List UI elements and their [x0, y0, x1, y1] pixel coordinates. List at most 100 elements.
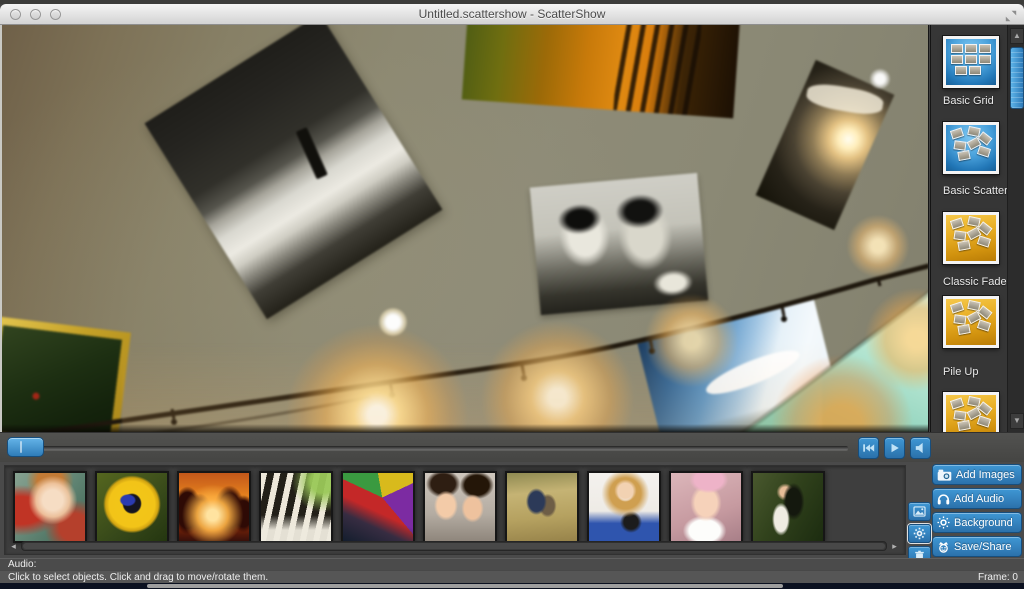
- light-glint: [379, 308, 407, 336]
- template-label: Pile Up: [943, 366, 978, 378]
- photo-zebra[interactable]: [259, 471, 333, 543]
- photo-tile: [955, 66, 967, 75]
- photo-tile: [957, 150, 970, 161]
- window-title: Untitled.scattershow - ScatterShow: [0, 7, 1024, 21]
- template-label: Basic Scatter: [943, 185, 1008, 197]
- settings-button[interactable]: [908, 524, 931, 543]
- delete-button[interactable]: [908, 546, 931, 558]
- photo-couple-field[interactable]: [505, 471, 579, 543]
- photo-sunflower-butterfly[interactable]: [95, 471, 169, 543]
- photo-tile: [977, 415, 991, 427]
- template-partial[interactable]: [943, 392, 999, 432]
- template-label: Basic Grid: [943, 95, 994, 107]
- filmstrip-scrollbar-thumb[interactable]: [23, 543, 885, 549]
- photo-tile: [953, 314, 966, 325]
- scroll-right-button[interactable]: ▸: [889, 541, 900, 551]
- play-button[interactable]: [884, 437, 905, 459]
- speaker-icon: [914, 442, 927, 454]
- gear-icon: [913, 527, 926, 540]
- preview-canvas[interactable]: [2, 25, 929, 432]
- mute-button[interactable]: [910, 437, 931, 459]
- template-basic-scatter[interactable]: [943, 122, 999, 174]
- photo-tile: [957, 420, 970, 431]
- photo-tile: [977, 145, 991, 157]
- sun-icon: [937, 516, 950, 529]
- share-icon: [937, 540, 950, 553]
- slideshow-scene: [2, 25, 928, 432]
- desktop-background-bottom: [0, 583, 1024, 589]
- filmstrip-scrollbar-track[interactable]: [21, 541, 887, 551]
- photo-tile: [953, 140, 966, 151]
- photo-tile: [969, 66, 981, 75]
- template-sidebar: Basic Grid Basic Scatter Classic Fade Pile …: [930, 25, 1024, 432]
- photo-tile: [977, 319, 991, 331]
- add-audio-button[interactable]: Add Audio: [932, 488, 1022, 509]
- photo-tile: [965, 55, 977, 64]
- photo-tile: [953, 230, 966, 241]
- light-glint: [870, 69, 890, 89]
- skip-start-button[interactable]: [858, 437, 879, 459]
- photo-party-sunset[interactable]: [177, 471, 251, 543]
- fullscreen-button[interactable]: [1005, 9, 1017, 21]
- photo-tile: [977, 235, 991, 247]
- photo-two-women[interactable]: [423, 471, 497, 543]
- timeline-scrubber[interactable]: [7, 437, 44, 457]
- save-share-button[interactable]: Save/Share: [932, 536, 1022, 557]
- add-images-button[interactable]: Add Images: [932, 464, 1022, 485]
- action-button-label: Add Audio: [954, 493, 1004, 505]
- template-classic-fade[interactable]: [943, 212, 999, 264]
- photo-tile: [950, 127, 964, 139]
- scroll-down-button[interactable]: ▼: [1010, 413, 1024, 429]
- skip-start-icon: [862, 442, 875, 454]
- scene-icon: [913, 506, 926, 517]
- bottom-panel: ◂ ▸ Add Images Add Audio Background Save/Sh…: [0, 462, 1024, 558]
- action-button-label: Add Images: [956, 469, 1015, 481]
- photo-tile: [950, 217, 964, 229]
- fullscreen-arrows-icon: [1005, 10, 1017, 22]
- light-glow: [847, 215, 909, 277]
- photo-tile: [950, 301, 964, 313]
- photo-tile: [951, 55, 963, 64]
- trash-icon: [914, 550, 925, 559]
- action-button-label: Background: [954, 517, 1013, 529]
- photo-tile: [950, 397, 964, 409]
- photo-girl-red-hood[interactable]: [13, 471, 87, 543]
- photo-woman-camera[interactable]: [587, 471, 661, 543]
- template-label: Classic Fade: [943, 276, 1007, 288]
- screen: Untitled.scattershow - ScatterShow: [0, 0, 1024, 589]
- playback-controls: [858, 437, 931, 459]
- audio-label: Audio:: [8, 559, 36, 570]
- photo-tile: [979, 44, 991, 53]
- background-window-edge: [147, 584, 783, 588]
- photo-tile: [951, 44, 963, 53]
- sidebar-scrollbar-thumb[interactable]: [1010, 47, 1024, 109]
- filmstrip-scrollbar[interactable]: ◂ ▸: [5, 541, 905, 552]
- filmstrip-panel: ◂ ▸: [4, 465, 906, 555]
- background-button[interactable]: Background: [932, 512, 1022, 533]
- template-pile-up[interactable]: [943, 296, 999, 348]
- scroll-up-button[interactable]: ▲: [1010, 28, 1024, 44]
- photo-tile: [979, 55, 991, 64]
- photo-tile: [957, 324, 970, 335]
- photo-tile: [957, 240, 970, 251]
- timeline-track[interactable]: [14, 446, 848, 450]
- scroll-left-button[interactable]: ◂: [8, 541, 19, 551]
- timeline-bar: [0, 432, 1024, 462]
- scattershow-window: Untitled.scattershow - ScatterShow: [0, 4, 1024, 583]
- camera-icon: [937, 469, 952, 481]
- template-basic-grid[interactable]: [943, 36, 999, 88]
- action-button-label: Save/Share: [954, 541, 1011, 553]
- photo-tile: [953, 410, 966, 421]
- photo-tile: [965, 44, 977, 53]
- title-bar[interactable]: Untitled.scattershow - ScatterShow: [0, 4, 1024, 25]
- headphones-icon: [937, 493, 950, 505]
- play-icon: [888, 442, 901, 454]
- photo-wedding-kiss[interactable]: [751, 471, 825, 543]
- scene-button[interactable]: [908, 502, 931, 521]
- audio-bar: Audio:: [0, 558, 1024, 570]
- photo-baby-pink-hat[interactable]: [669, 471, 743, 543]
- status-bar: Click to select objects. Click and drag …: [0, 570, 1024, 583]
- sidebar-scrollbar[interactable]: ▲ ▼: [1007, 25, 1024, 432]
- warm-light-wash: [122, 342, 822, 432]
- photo-kite-beach[interactable]: [341, 471, 415, 543]
